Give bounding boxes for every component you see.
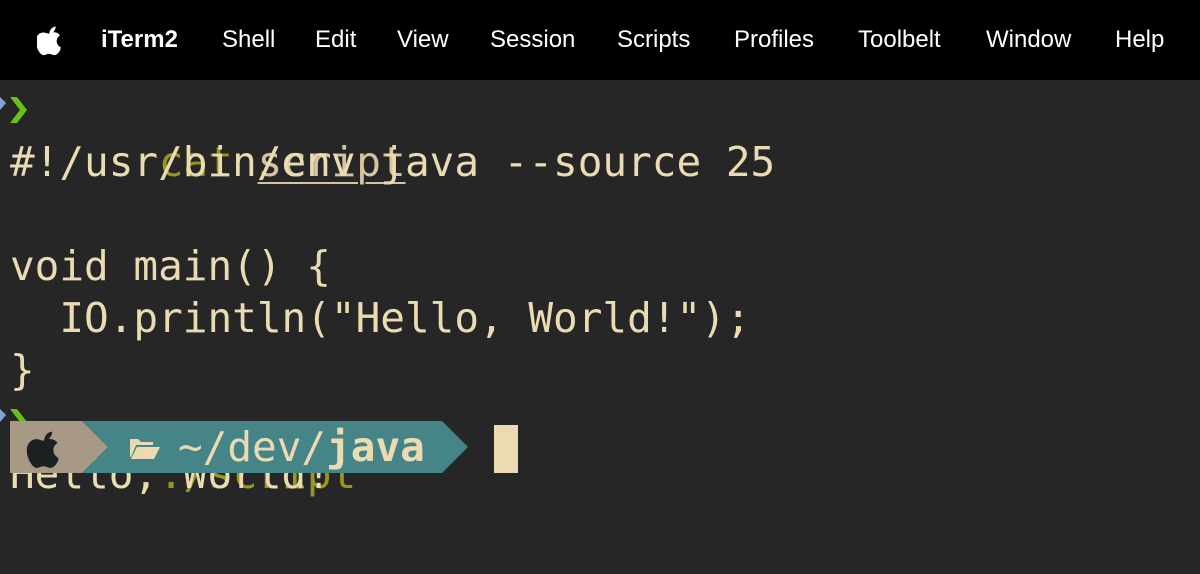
directory-path: ~/dev/ [178,423,327,471]
apple-icon[interactable] [37,26,65,56]
menu-toolbelt[interactable]: Toolbelt [858,24,941,56]
output-line: } [10,346,35,394]
terminal-window[interactable]: cat script #!/usr/bin/env java --source … [0,80,1200,574]
menu-edit[interactable]: Edit [315,24,356,56]
menu-shell[interactable]: Shell [222,24,275,56]
menu-view[interactable]: View [397,24,449,56]
menu-profiles[interactable]: Profiles [734,24,814,56]
menu-window[interactable]: Window [986,24,1071,56]
output-line: void main() { [10,242,331,290]
command-line-1: cat script [60,84,406,186]
menu-help[interactable]: Help [1115,24,1164,56]
menu-session[interactable]: Session [490,24,575,56]
current-directory: ~/dev/java [178,421,425,473]
menu-scripts[interactable]: Scripts [617,24,690,56]
text-cursor [494,425,518,473]
menu-app-iterm2[interactable]: iTerm2 [101,24,178,56]
directory-leaf: java [326,423,425,471]
output-line: IO.println("Hello, World!"); [10,294,751,342]
output-line: #!/usr/bin/env java --source 25 [10,138,776,186]
chevron-right-icon [0,97,27,123]
menu-bar: iTerm2 Shell Edit View Session Scripts P… [0,0,1200,80]
